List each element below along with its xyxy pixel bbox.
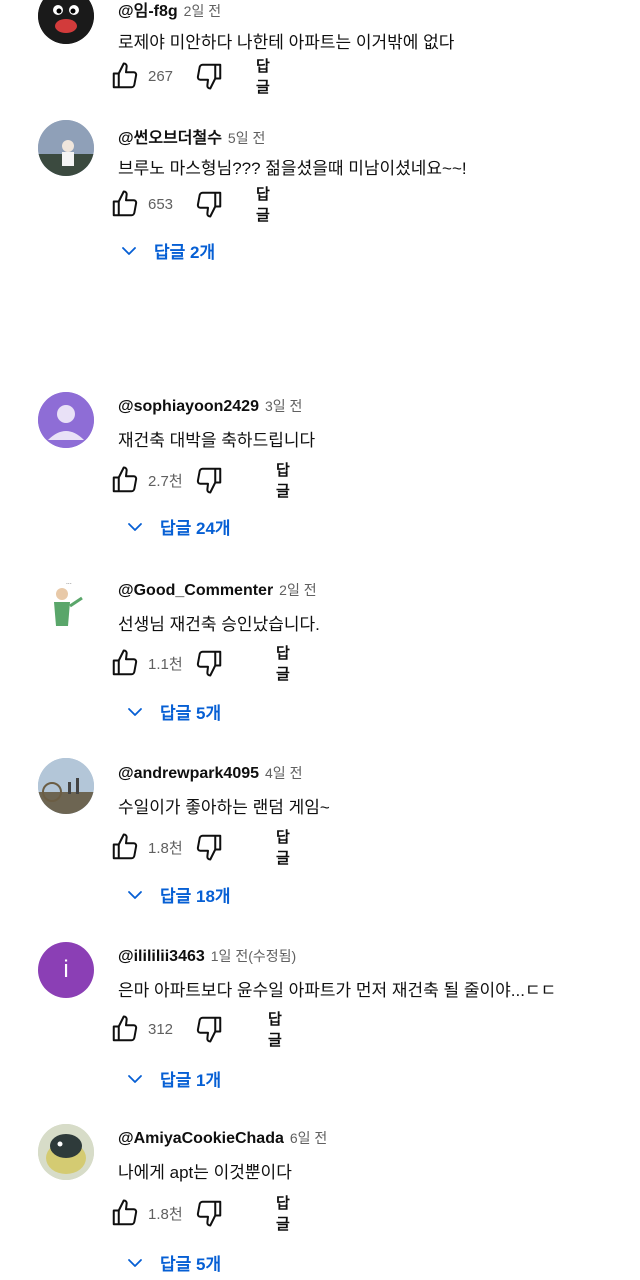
avatar[interactable] xyxy=(38,392,94,448)
reply-button[interactable]: 답글 xyxy=(276,1192,290,1234)
avatar-letter: i xyxy=(63,956,69,983)
comment-time: 2일 전 xyxy=(183,3,222,19)
comment-actions: 1.8천 답글 xyxy=(110,829,290,867)
comment-actions: 1.8천 답글 xyxy=(110,1195,290,1233)
thumbs-up-icon[interactable] xyxy=(110,61,140,91)
bird-avatar-icon xyxy=(38,1124,94,1180)
avatar[interactable]: i xyxy=(38,942,94,998)
thumbs-up-icon[interactable] xyxy=(110,465,140,495)
comment-handle[interactable]: @Good_Commenter xyxy=(118,582,273,599)
thumbs-down-icon[interactable] xyxy=(194,1014,224,1044)
chevron-down-icon xyxy=(120,242,138,260)
chevron-down-icon xyxy=(126,1254,144,1272)
thumbs-up-icon[interactable] xyxy=(110,189,140,219)
replies-label: 답글 2개 xyxy=(154,243,216,262)
comment-meta: @Good_Commenter 2일 전 xyxy=(118,580,317,600)
comment-handle[interactable]: @sophiayoon2429 xyxy=(118,398,259,415)
avatar[interactable] xyxy=(38,120,94,176)
thumbs-down-icon[interactable] xyxy=(194,832,224,862)
like-count: 2.7천 xyxy=(148,472,183,490)
thumbs-down-icon[interactable] xyxy=(194,465,224,495)
view-replies-button[interactable]: 답글 1개 xyxy=(126,1066,221,1091)
comment-meta: @임-f8g 2일 전 xyxy=(118,0,221,21)
thumbs-up-icon[interactable] xyxy=(110,832,140,862)
thumbs-down-icon[interactable] xyxy=(194,648,224,678)
view-replies-button[interactable]: 답글 2개 xyxy=(120,238,215,263)
comment-actions: 267 답글 xyxy=(110,58,270,96)
comment-handle[interactable]: @andrewpark4095 xyxy=(118,765,259,782)
comment-time: 6일 전 xyxy=(289,1130,328,1146)
comment-meta: @sophiayoon2429 3일 전 xyxy=(118,396,302,416)
thumbs-down-icon[interactable] xyxy=(194,1198,224,1228)
thumbs-down-icon[interactable] xyxy=(194,61,224,91)
comment-time: 5일 전 xyxy=(227,130,266,146)
like-count: 312 xyxy=(148,1020,174,1038)
view-replies-button[interactable]: 답글 5개 xyxy=(126,699,221,724)
comment-actions: 312 답글 xyxy=(110,1011,282,1049)
reply-button[interactable]: 답글 xyxy=(276,459,290,501)
comment-handle[interactable]: @임-f8g xyxy=(118,3,178,20)
photo-avatar-icon xyxy=(38,120,94,176)
comment-actions: 653 답글 xyxy=(110,186,270,224)
chevron-down-icon xyxy=(126,703,144,721)
chevron-down-icon xyxy=(126,886,144,904)
comment-time: 3일 전 xyxy=(264,398,303,414)
view-replies-button[interactable]: 답글 5개 xyxy=(126,1250,221,1275)
like-count: 653 xyxy=(148,195,174,213)
replies-label: 답글 5개 xyxy=(160,704,222,723)
comment-handle[interactable]: @썬오브더철수 xyxy=(118,130,222,147)
comment-text: 로제야 미안하다 나한테 아파트는 이거밖에 없다 xyxy=(118,33,455,52)
comment-time: 4일 전 xyxy=(265,765,303,781)
landscape-avatar-icon xyxy=(38,758,94,814)
comment-text: 브루노 마스형님??? 젊을셨을때 미남이셨네요~~! xyxy=(118,159,467,178)
avatar[interactable]: ... xyxy=(38,576,94,632)
view-replies-button[interactable]: 답글 18개 xyxy=(126,882,231,907)
replies-label: 답글 18개 xyxy=(160,887,231,906)
reply-button[interactable]: 답글 xyxy=(256,183,270,225)
comment-handle[interactable]: @AmiyaCookieChada xyxy=(118,1130,284,1147)
replies-label: 답글 24개 xyxy=(160,519,231,538)
reply-button[interactable]: 답글 xyxy=(256,55,270,97)
comment-text: 나에게 apt는 이것뿐이다 xyxy=(118,1163,292,1182)
thumbs-down-icon[interactable] xyxy=(194,189,224,219)
comment-meta: @ilililii3463 1일 전(수정됨) xyxy=(118,946,296,966)
chevron-down-icon xyxy=(126,1070,144,1088)
thumbs-up-icon[interactable] xyxy=(110,1014,140,1044)
comment-meta: @andrewpark4095 4일 전 xyxy=(118,763,302,783)
replies-label: 답글 5개 xyxy=(160,1255,222,1274)
like-count: 1.8천 xyxy=(148,1205,183,1223)
like-count: 1.8천 xyxy=(148,839,183,857)
like-count: 267 xyxy=(148,67,174,85)
comment-meta: @썬오브더철수 5일 전 xyxy=(118,124,265,148)
default-user-icon xyxy=(38,392,94,448)
penguin-avatar-icon xyxy=(38,0,94,44)
avatar[interactable] xyxy=(38,1124,94,1180)
illustration-avatar-icon: ... xyxy=(38,576,94,632)
comment-time: 2일 전 xyxy=(279,582,317,598)
comment-time: 1일 전(수정됨) xyxy=(210,948,297,964)
replies-label: 답글 1개 xyxy=(160,1071,222,1090)
thumbs-up-icon[interactable] xyxy=(110,1198,140,1228)
chevron-down-icon xyxy=(126,518,144,536)
comment-meta: @AmiyaCookieChada 6일 전 xyxy=(118,1128,327,1148)
svg-text:...: ... xyxy=(66,579,72,586)
reply-button[interactable]: 답글 xyxy=(276,826,290,868)
thumbs-up-icon[interactable] xyxy=(110,648,140,678)
like-count: 1.1천 xyxy=(148,655,183,673)
comment-text: 선생님 재건축 승인났습니다. xyxy=(118,615,320,634)
comment-handle[interactable]: @ilililii3463 xyxy=(118,948,205,965)
comment-text: 은마 아파트보다 윤수일 아파트가 먼저 재건축 될 줄이야...ㄷㄷ xyxy=(118,981,557,1000)
avatar[interactable] xyxy=(38,758,94,814)
comment-actions: 2.7천 답글 xyxy=(110,462,290,500)
comment-actions: 1.1천 답글 xyxy=(110,645,290,683)
comment-text: 수일이가 좋아하는 랜덤 게임~ xyxy=(118,798,330,817)
avatar[interactable] xyxy=(38,0,94,44)
comment-text: 재건축 대박을 축하드립니다 xyxy=(118,431,316,450)
view-replies-button[interactable]: 답글 24개 xyxy=(126,514,231,539)
reply-button[interactable]: 답글 xyxy=(268,1008,282,1050)
reply-button[interactable]: 답글 xyxy=(276,642,290,684)
